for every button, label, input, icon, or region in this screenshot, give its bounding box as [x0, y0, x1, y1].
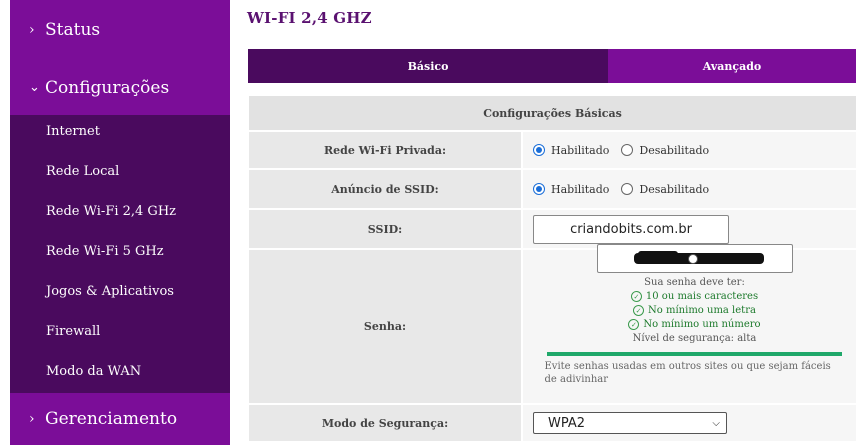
anuncio-ssid-radio-desabilitado[interactable]	[621, 183, 634, 195]
rede-privada-radio-habilitado[interactable]	[533, 144, 545, 156]
sidebar-item-internet[interactable]: Internet	[10, 111, 230, 151]
password-redaction-mark	[637, 251, 678, 257]
tab-basico[interactable]: Básico	[248, 49, 608, 83]
tab-bar: Básico Avançado	[248, 49, 856, 83]
ssid-label: SSID:	[249, 210, 521, 248]
password-requirement: ✓ 10 ou mais caracteres	[630, 291, 759, 302]
chevron-right-icon: ›	[29, 22, 35, 38]
password-hint: Evite senhas usadas em outros sites ou q…	[544, 361, 831, 385]
chevron-right-icon: ›	[29, 411, 35, 427]
sidebar-item-rede-local[interactable]: Rede Local	[10, 151, 230, 191]
rede-privada-label: Rede Wi-Fi Privada:	[249, 132, 521, 168]
anuncio-ssid-desabilitado-label: Desabilitado	[639, 182, 710, 196]
page-title: WI-FI 2,4 GHZ	[247, 9, 372, 27]
sidebar-section-status[interactable]: › Status	[10, 0, 230, 60]
sidebar: › Status ⌄ Configurações Internet Rede L…	[10, 0, 230, 445]
anuncio-ssid-label: Anúncio de SSID:	[249, 170, 521, 208]
section-title: Configurações Básicas	[249, 96, 856, 130]
ssid-input[interactable]: criandobits.com.br	[533, 214, 729, 244]
ssid-value: criandobits.com.br	[521, 210, 856, 248]
sidebar-section-gerenciamento-label: Gerenciamento	[45, 409, 178, 429]
rede-privada-radio-group: Habilitado Desabilitado	[533, 144, 721, 157]
sidebar-item-modo-wan[interactable]: Modo da WAN	[10, 351, 230, 391]
password-input[interactable]	[596, 244, 793, 273]
senha-value: Sua senha deve ter: ✓ 10 ou mais caracte…	[521, 244, 856, 403]
sidebar-item-rede-wifi-24[interactable]: Rede Wi-Fi 2,4 GHz	[10, 191, 230, 231]
security-mode-selected: WPA2	[548, 415, 586, 431]
security-level-text: Nível de segurança: alta	[632, 333, 757, 344]
config-panel: Configurações Básicas Rede Wi-Fi Privada…	[249, 96, 856, 445]
password-requirement-text: 10 ou mais caracteres	[645, 291, 759, 302]
password-requirement-text: No mínimo um número	[643, 319, 761, 330]
password-requirement: ✓ No mínimo uma letra	[633, 305, 756, 316]
password-requirement-text: No mínimo uma letra	[648, 305, 756, 316]
chevron-down-icon: ⌄	[29, 80, 40, 95]
tab-avancado[interactable]: Avançado	[608, 49, 856, 83]
sidebar-item-rede-wifi-5[interactable]: Rede Wi-Fi 5 GHz	[10, 231, 230, 271]
row-ssid: SSID: criandobits.com.br	[249, 208, 856, 248]
sidebar-item-jogos-aplicativos[interactable]: Jogos & Aplicativos	[10, 271, 230, 311]
sidebar-section-configuracoes[interactable]: ⌄ Configurações	[10, 60, 230, 115]
sidebar-section-configuracoes-label: Configurações	[45, 77, 170, 98]
anuncio-ssid-radio-habilitado[interactable]	[533, 183, 545, 195]
row-rede-privada: Rede Wi-Fi Privada: Habilitado Desabilit…	[249, 130, 856, 168]
row-anuncio-ssid: Anúncio de SSID: Habilitado Desabilitado	[249, 168, 856, 208]
check-circle-icon: ✓	[630, 291, 642, 302]
sidebar-items: Internet Rede Local Rede Wi-Fi 2,4 GHz R…	[10, 111, 230, 391]
anuncio-ssid-value: Habilitado Desabilitado	[521, 170, 856, 208]
rede-privada-value: Habilitado Desabilitado	[521, 132, 856, 168]
row-modo-seguranca: Modo de Segurança: WPA2 ⌵	[249, 403, 856, 441]
anuncio-ssid-habilitado-label: Habilitado	[551, 182, 610, 196]
row-senha: Senha: Sua senha deve ter: ✓ 10 ou mais …	[249, 244, 856, 403]
sidebar-section-gerenciamento[interactable]: › Gerenciamento	[10, 393, 230, 445]
anuncio-ssid-radio-group: Habilitado Desabilitado	[533, 183, 721, 196]
sidebar-item-firewall[interactable]: Firewall	[10, 311, 230, 351]
rede-privada-radio-desabilitado[interactable]	[621, 144, 634, 156]
rede-privada-habilitado-label: Habilitado	[551, 143, 610, 157]
password-strength-bar	[547, 352, 842, 356]
rede-privada-desabilitado-label: Desabilitado	[639, 143, 710, 157]
password-requirement: ✓ No mínimo um número	[628, 319, 761, 330]
check-circle-icon: ✓	[628, 319, 640, 330]
chevron-down-icon: ⌵	[712, 417, 720, 429]
check-circle-icon: ✓	[633, 305, 645, 316]
show-password-icon[interactable]	[687, 254, 698, 264]
senha-label: Senha:	[249, 250, 521, 403]
sidebar-section-status-label: Status	[45, 20, 101, 40]
modo-seguranca-value: WPA2 ⌵	[521, 405, 856, 441]
password-requirements-title: Sua senha deve ter:	[644, 277, 745, 288]
security-mode-select[interactable]: WPA2 ⌵	[533, 412, 727, 434]
modo-seguranca-label: Modo de Segurança:	[249, 405, 521, 441]
